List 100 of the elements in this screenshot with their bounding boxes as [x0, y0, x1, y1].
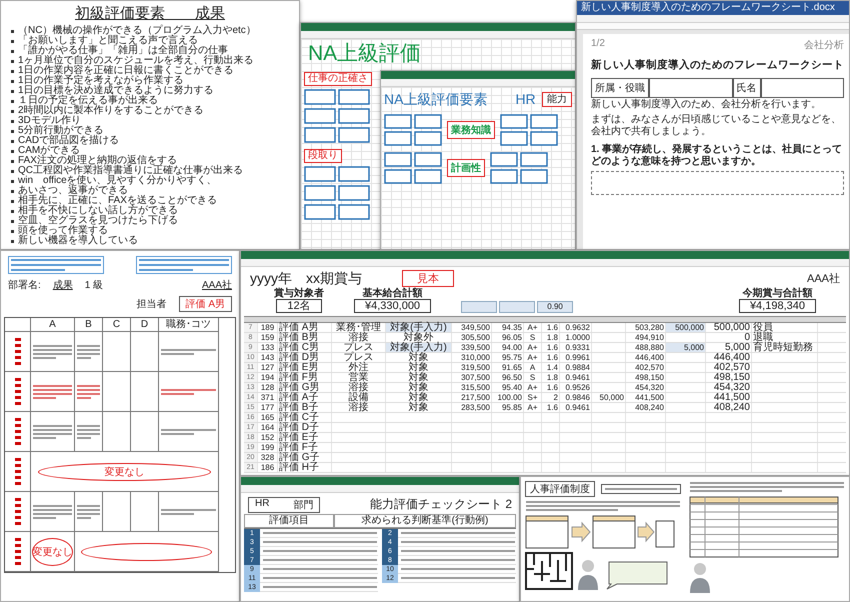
- input-field[interactable]: [760, 78, 844, 98]
- table-cell: 95.85: [492, 403, 524, 412]
- table-cell: 165: [258, 413, 278, 422]
- table-cell: 328: [258, 453, 278, 462]
- table-cell: 95.40: [492, 383, 524, 392]
- table-cell: 評価 B子: [278, 403, 332, 412]
- table-cell: 1.0000: [560, 333, 592, 342]
- table-cell: 307,500: [452, 373, 492, 382]
- row-label-mark: [14, 378, 20, 406]
- table-cell: 1.8: [542, 333, 560, 342]
- category-label: 計画性: [447, 159, 485, 177]
- bullet-text: １日の予定を伝える事が出来る: [18, 96, 158, 106]
- table-cell: 評価 C子: [278, 413, 332, 422]
- table-cell: 1.6: [542, 383, 560, 392]
- table-cell: 評価 D子: [278, 423, 332, 432]
- column-header: 求められる判断基準(行動例): [334, 514, 516, 528]
- table-cell: 446,400: [706, 353, 752, 362]
- sample-stamp: 見本: [402, 270, 454, 287]
- bullet-icon: [11, 240, 14, 242]
- table-cell: 494,910: [626, 333, 666, 342]
- bullet-icon: [11, 230, 14, 232]
- table-cell: 454,320: [626, 383, 666, 392]
- table-cell: 96.50: [492, 373, 524, 382]
- field-label: 所属・役職: [591, 78, 649, 98]
- table-cell: 溶接: [332, 403, 386, 412]
- table-cell: 対象(手入力): [386, 343, 452, 352]
- bullet-text: CADで部品図を描ける: [18, 136, 120, 146]
- table-cell: 177: [258, 403, 278, 412]
- document-heading: 新しい人事制度導入のためのフレームワークシート: [591, 58, 844, 72]
- bullet-text: 5分前行動ができる: [18, 126, 104, 136]
- column-header: C: [103, 318, 131, 332]
- note-oval: 変更なし: [38, 462, 211, 480]
- bullet-icon: [11, 130, 14, 132]
- bullet-icon: [11, 220, 14, 222]
- summary-value: ¥4,198,340: [738, 299, 816, 313]
- summary-value: ¥4,330,000: [354, 299, 432, 313]
- section-label: 仕事の正確さ: [304, 72, 372, 86]
- table-cell: A+: [524, 383, 542, 392]
- table-cell: 143: [258, 353, 278, 362]
- table-cell: 0.9961: [560, 353, 592, 362]
- department-name: HR: [255, 498, 270, 510]
- table-cell: 189: [258, 323, 278, 332]
- bullet-text: 空皿、空グラスを見つけたら下げる: [18, 216, 178, 226]
- bullet-icon: [11, 40, 14, 42]
- table-cell: 1.4: [542, 363, 560, 372]
- row-label-mark: [14, 338, 20, 366]
- bullet-text: 1ヶ月単位で自分のスケジュールを考え、行動出来る: [18, 56, 254, 66]
- rater-label: 担当者: [136, 298, 167, 311]
- table-cell: 対象: [386, 373, 452, 382]
- table-cell: A+: [524, 403, 542, 412]
- bullet-icon: [11, 120, 14, 122]
- column-header: D: [131, 318, 159, 332]
- table-cell: 315,500: [452, 383, 492, 392]
- table-cell: 446,400: [626, 353, 666, 362]
- answer-box[interactable]: [591, 171, 844, 195]
- sheet-title: yyyy年 xx期賞与: [250, 270, 362, 287]
- table-cell: 319,500: [452, 363, 492, 372]
- maze-drawing: [525, 552, 573, 590]
- bullet-icon: [11, 140, 14, 142]
- grade-text: 1 級: [84, 279, 104, 292]
- table-cell: 1.6: [542, 353, 560, 362]
- bullet-icon: [11, 50, 14, 52]
- table-cell: 0: [706, 333, 752, 342]
- input-field[interactable]: [649, 78, 732, 98]
- summary-value: 12名: [276, 299, 322, 313]
- table-cell: 営業: [332, 373, 386, 382]
- table-cell: 評価 E男: [278, 363, 332, 372]
- column-header: 職務･コツ: [159, 318, 219, 332]
- table-cell: 127: [258, 363, 278, 372]
- table-cell: 305,500: [452, 333, 492, 342]
- table-cell: 91.65: [492, 363, 524, 372]
- table-cell: 500,000: [706, 323, 752, 332]
- text-lines-drawing: [76, 424, 101, 440]
- table-cell: 対象外: [386, 333, 452, 342]
- bullet-icon: [11, 60, 14, 62]
- bullet-text: QC工程図や作業指導書通りに正確な仕事が出来る: [18, 166, 243, 176]
- bullet-text: （NC）機械の操作ができる（プログラム入力やetc）: [18, 26, 256, 36]
- rate-value: 0.90: [537, 301, 574, 313]
- table-cell: 1.6: [542, 343, 560, 352]
- table-cell: S: [524, 373, 542, 382]
- person-silhouette-icon: [689, 561, 711, 593]
- bullet-text: 1日の作業内容を正確に日報に書くことができる: [18, 66, 234, 76]
- table-cell: 外注: [332, 363, 386, 372]
- bullet-icon: [11, 30, 14, 32]
- sheet-title: NA上級評価: [307, 42, 422, 66]
- table-cell: 育児時短勤務: [752, 343, 818, 352]
- boxes-drawing: [384, 152, 442, 184]
- table-cell: 0.9461: [560, 373, 592, 382]
- bullet-icon: [11, 210, 14, 212]
- table-cell: 133: [258, 343, 278, 352]
- bullet-text: 「お願いします」と聞こえる声で言える: [18, 36, 198, 46]
- sheet-title: 能力評価チェックシート 2: [370, 496, 512, 513]
- table-cell: 対象(手入力): [386, 323, 452, 332]
- department-label: 部門: [293, 498, 314, 512]
- department-label: 部署名:: [8, 278, 41, 292]
- table-cell: 5,000: [666, 343, 706, 352]
- table-cell: 349,500: [452, 323, 492, 332]
- table-cell: 194: [258, 373, 278, 382]
- table-cell: プレス: [332, 353, 386, 362]
- table-cell: 評価 C男: [278, 343, 332, 352]
